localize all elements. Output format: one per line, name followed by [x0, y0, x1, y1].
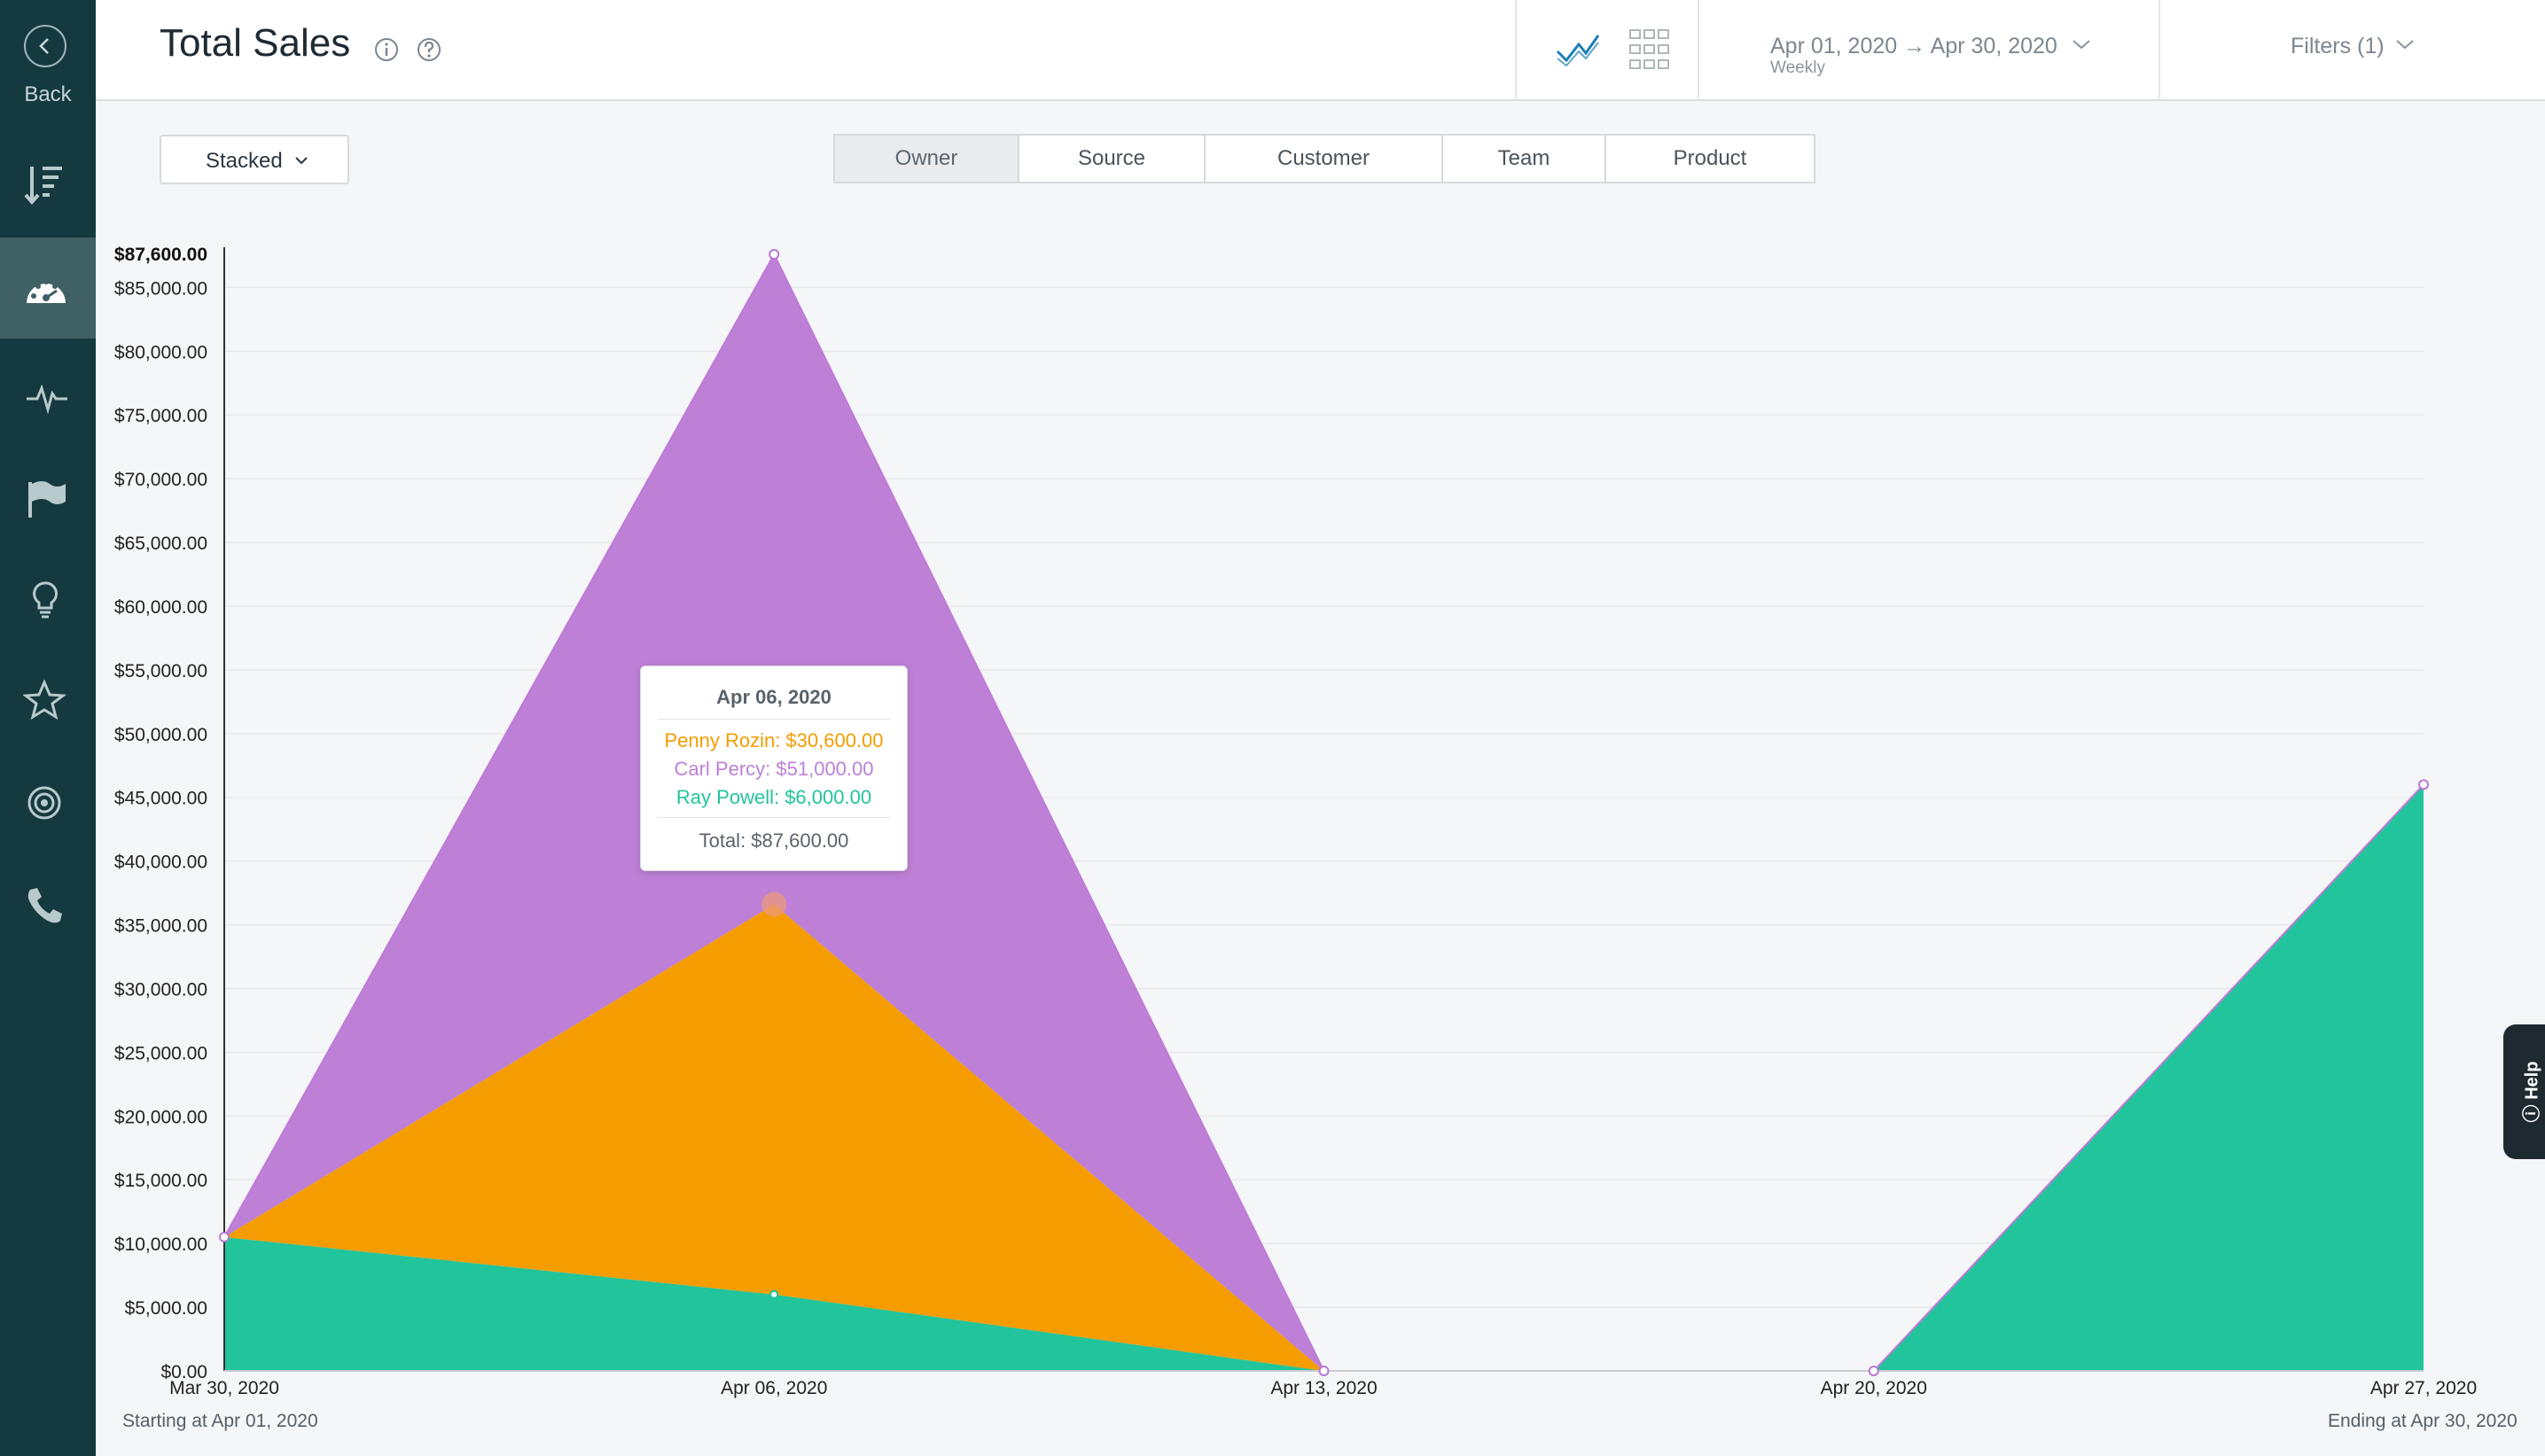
data-point[interactable] — [2418, 779, 2429, 790]
back-label: Back — [24, 82, 72, 106]
chart-tooltip: Apr 06, 2020 Penny Rozin: $30,600.00 Car… — [640, 666, 908, 871]
tab-team[interactable]: Team — [1441, 134, 1606, 183]
chart-start-note: Starting at Apr 01, 2020 — [122, 1411, 318, 1431]
tab-customer[interactable]: Customer — [1204, 134, 1443, 183]
sort-icon — [24, 167, 62, 206]
help-tab[interactable]: ⓘ Help — [2503, 1024, 2545, 1159]
tooltip-date: Apr 06, 2020 — [716, 686, 831, 708]
sidebar-item-insights[interactable] — [0, 548, 96, 649]
sidebar-item-sort[interactable] — [0, 131, 96, 232]
back-arrow-icon — [24, 25, 66, 67]
y-tick-label: $55,000.00 — [114, 661, 207, 681]
y-tick-label: $10,000.00 — [114, 1234, 207, 1255]
y-tick-label: $85,000.00 — [114, 278, 207, 299]
help-label: ⓘ Help — [2522, 1061, 2542, 1123]
hover-point-highlight[interactable] — [761, 892, 787, 917]
phone-icon — [27, 888, 62, 923]
y-tick-label: $15,000.00 — [114, 1171, 207, 1191]
y-tick-label: $60,000.00 — [114, 597, 207, 618]
y-tick-label: $35,000.00 — [114, 916, 207, 937]
date-range-text: Apr 01, 2020 → Apr 30, 2020 — [1770, 34, 2057, 58]
tab-source[interactable]: Source — [1018, 134, 1206, 183]
tooltip-total: Total: $87,600.00 — [699, 829, 849, 852]
chevron-down-icon — [2073, 40, 2090, 50]
grid-view-icon[interactable] — [1628, 28, 1671, 71]
header-bar: Total Sales Apr 01, 2020 → Apr 30, 2020 … — [96, 0, 2545, 101]
back-button[interactable]: Back — [0, 18, 96, 115]
info-icon[interactable] — [373, 36, 400, 63]
sidebar: Back — [0, 0, 96, 1456]
stacked-dropdown[interactable]: Stacked — [160, 135, 349, 184]
stacked-label: Stacked — [206, 149, 283, 173]
data-point[interactable] — [769, 1289, 779, 1299]
data-point[interactable] — [1318, 1366, 1330, 1376]
flag-icon — [28, 481, 66, 518]
y-tick-label: $50,000.00 — [114, 725, 207, 745]
chart-end-note: Ending at Apr 30, 2020 — [2328, 1411, 2518, 1431]
y-tick-label: $5,000.00 — [125, 1298, 207, 1319]
sidebar-item-targets[interactable] — [0, 750, 96, 851]
y-tick-label: $40,000.00 — [114, 853, 207, 873]
tooltip-line-ray: Ray Powell: $6,000.00 — [675, 786, 872, 808]
sidebar-item-goals[interactable] — [0, 445, 96, 546]
y-max-label: $87,600.00 — [114, 245, 207, 265]
chart-areas — [223, 252, 2424, 1372]
tooltip-line-carl: Carl Percy: $51,000.00 — [674, 758, 874, 780]
x-tick-label: Mar 30, 2020 — [169, 1378, 279, 1398]
x-tick-label: Apr 13, 2020 — [1270, 1378, 1377, 1398]
y-tick-label: $45,000.00 — [114, 789, 207, 809]
activity-pulse-icon — [27, 384, 67, 415]
chevron-down-icon — [295, 157, 308, 165]
sidebar-item-calls[interactable] — [0, 853, 96, 954]
tooltip-divider — [657, 817, 891, 818]
date-interval-text: Weekly — [1770, 58, 1825, 77]
view-switch — [1515, 0, 1699, 101]
tooltip-divider — [657, 719, 891, 720]
sales-area-chart: $0.00$5,000.00$10,000.00$15,000.00$20,00… — [114, 245, 2477, 1398]
tab-owner[interactable]: Owner — [833, 134, 1019, 183]
star-icon — [23, 679, 67, 720]
help-circle-icon: ⓘ — [2522, 1104, 2542, 1123]
date-range-picker[interactable]: Apr 01, 2020 → Apr 30, 2020 Weekly — [1699, 0, 2160, 101]
target-icon — [27, 786, 61, 820]
sidebar-item-activity[interactable] — [0, 344, 96, 445]
page-title: Total Sales — [160, 21, 351, 65]
y-tick-label: $70,000.00 — [114, 470, 207, 490]
data-point[interactable] — [769, 249, 780, 260]
y-tick-label: $30,000.00 — [114, 979, 207, 1000]
y-tick-label: $25,000.00 — [114, 1043, 207, 1063]
x-tick-label: Apr 27, 2020 — [2370, 1378, 2477, 1398]
sidebar-item-favorites[interactable] — [0, 647, 96, 748]
data-point[interactable] — [219, 1231, 230, 1242]
y-tick-label: $75,000.00 — [114, 406, 207, 426]
line-chart-view-icon[interactable] — [1556, 32, 1600, 67]
y-tick-label: $80,000.00 — [114, 342, 207, 362]
y-axis-tick-labels: $0.00$5,000.00$10,000.00$15,000.00$20,00… — [114, 245, 207, 1382]
tooltip-line-penny: Penny Rozin: $30,600.00 — [664, 729, 884, 751]
sidebar-item-dashboard[interactable] — [0, 237, 96, 339]
lightbulb-icon — [33, 581, 58, 619]
dashboard-gauge-icon — [27, 279, 66, 303]
data-point[interactable] — [1868, 1366, 1879, 1376]
x-tick-label: Apr 20, 2020 — [1821, 1378, 1927, 1398]
y-tick-label: $65,000.00 — [114, 533, 207, 554]
chevron-down-icon — [2396, 40, 2414, 50]
x-tick-label: Apr 06, 2020 — [721, 1378, 827, 1398]
y-tick-label: $20,000.00 — [114, 1107, 207, 1127]
x-axis-tick-labels: Mar 30, 2020 Apr 06, 2020 Apr 13, 2020 Apr … — [169, 1378, 2477, 1398]
filters-button[interactable]: Filters (1) — [2291, 34, 2385, 59]
question-icon[interactable] — [416, 36, 442, 63]
tab-product[interactable]: Product — [1604, 134, 1815, 183]
